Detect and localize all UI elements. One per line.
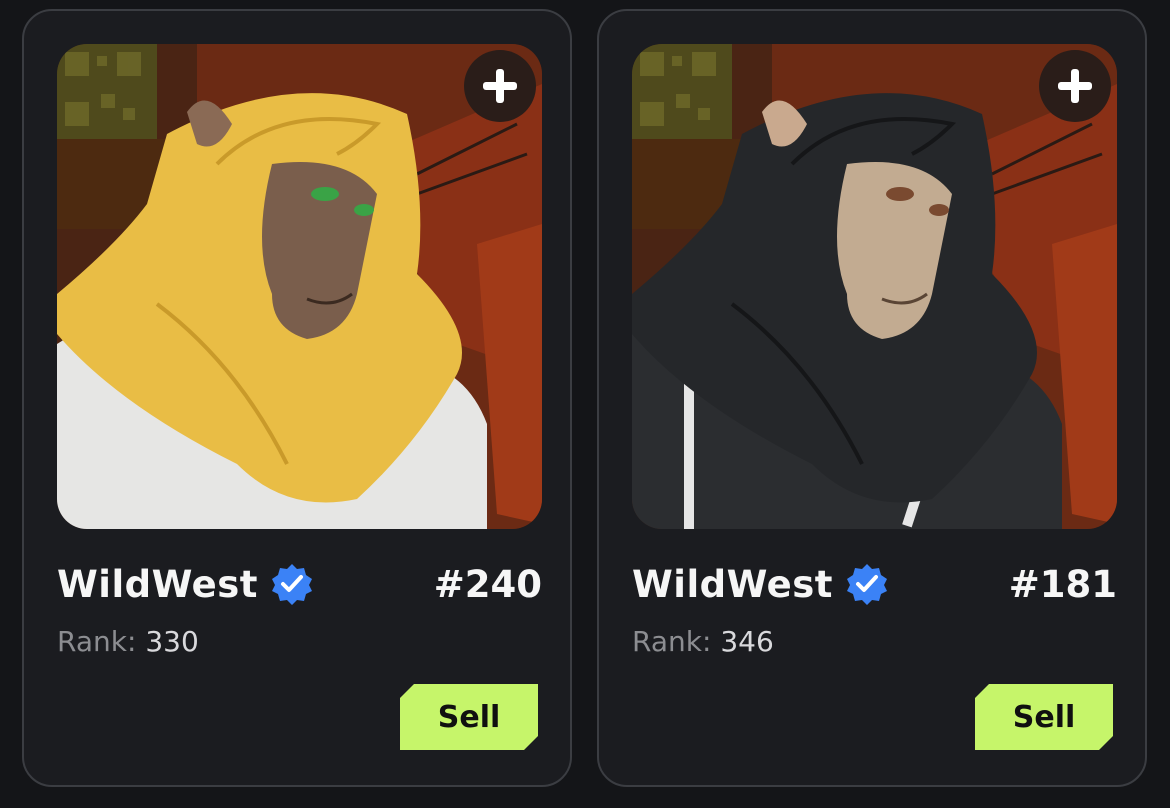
token-id: #181	[1008, 562, 1117, 606]
rank-value: 346	[720, 625, 774, 658]
plus-icon	[1058, 69, 1092, 103]
rank: Rank: 330	[57, 625, 199, 658]
verified-badge-icon	[270, 562, 314, 606]
nft-artwork[interactable]	[57, 44, 542, 529]
nft-artwork[interactable]	[632, 44, 1117, 529]
rank: Rank: 346	[632, 625, 774, 658]
name-row: WildWest #240	[57, 559, 542, 609]
sell-button[interactable]: Sell	[400, 684, 538, 750]
sell-button[interactable]: Sell	[975, 684, 1113, 750]
nft-image	[57, 44, 542, 529]
token-id: #240	[433, 562, 542, 606]
add-button[interactable]	[464, 50, 536, 122]
add-button[interactable]	[1039, 50, 1111, 122]
rank-label: Rank:	[57, 625, 137, 658]
rank-value: 330	[145, 625, 199, 658]
nft-card[interactable]: WildWest #181 Rank: 346 Sell	[597, 9, 1147, 787]
collection-name[interactable]: WildWest	[57, 563, 258, 606]
nft-card[interactable]: WildWest #240 Rank: 330 Sell	[22, 9, 572, 787]
rank-label: Rank:	[632, 625, 712, 658]
name-row: WildWest #181	[632, 559, 1117, 609]
plus-icon	[483, 69, 517, 103]
nft-image	[632, 44, 1117, 529]
collection-name[interactable]: WildWest	[632, 563, 833, 606]
verified-badge-icon	[845, 562, 889, 606]
